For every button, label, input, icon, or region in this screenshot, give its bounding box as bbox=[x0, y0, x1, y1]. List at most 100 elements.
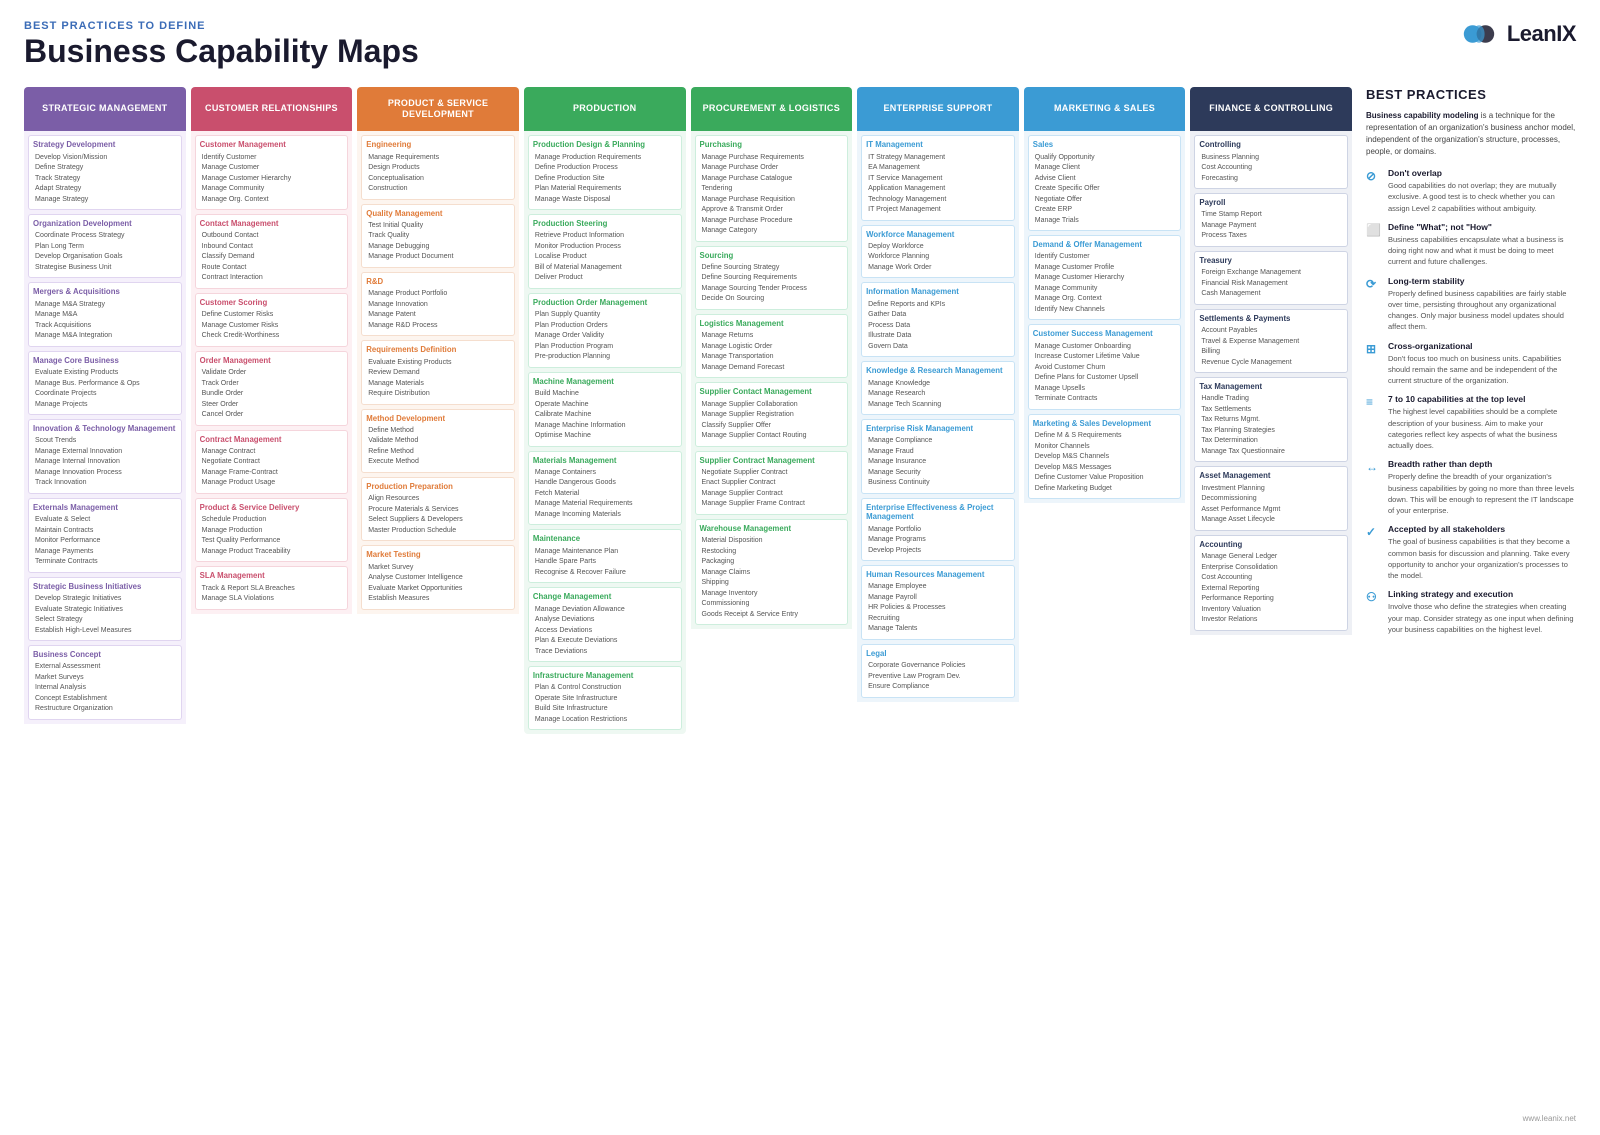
capability-item: Manage Purchase Requirements bbox=[700, 153, 844, 164]
capability-item: Manage Research bbox=[866, 389, 1010, 400]
capability-group: Quality ManagementTest Initial QualityTr… bbox=[361, 204, 515, 268]
capability-group: Settlements & PaymentsAccount PayablesTr… bbox=[1194, 309, 1348, 373]
capability-item: Cost Accounting bbox=[1199, 573, 1343, 584]
capability-item: Track Quality bbox=[366, 231, 510, 242]
capability-item: Manage Product Traceability bbox=[200, 547, 344, 558]
capability-group: SourcingDefine Sourcing StrategyDefine S… bbox=[695, 246, 849, 310]
column-header-finance: FINANCE & CONTROLLING bbox=[1190, 87, 1352, 131]
capability-item: Manage Frame-Contract bbox=[200, 468, 344, 479]
capability-item: Monitor Production Process bbox=[533, 242, 677, 253]
capability-item: Tax Settlements bbox=[1199, 405, 1343, 416]
capability-item: Develop M&S Channels bbox=[1033, 452, 1177, 463]
capability-group-title: Production Order Management bbox=[533, 298, 677, 307]
capability-item: Evaluate Strategic Initiatives bbox=[33, 605, 177, 616]
capability-item: Cancel Order bbox=[200, 410, 344, 421]
column-body-enterprise: IT ManagementIT Strategy ManagementEA Ma… bbox=[857, 131, 1019, 702]
column-body-product: EngineeringManage RequirementsDesign Pro… bbox=[357, 131, 519, 613]
bp-item-title: Cross-organizational bbox=[1388, 341, 1576, 351]
capability-group: TreasuryForeign Exchange ManagementFinan… bbox=[1194, 251, 1348, 305]
capability-item: Design Products bbox=[366, 163, 510, 174]
capability-group: Organization DevelopmentCoordinate Proce… bbox=[28, 214, 182, 278]
capability-item: Refine Method bbox=[366, 447, 510, 458]
capability-item: Develop Organisation Goals bbox=[33, 252, 177, 263]
column-marketing: MARKETING & SALESSalesQualify Opportunit… bbox=[1024, 87, 1186, 734]
bp-item: ≡7 to 10 capabilities at the top levelTh… bbox=[1366, 394, 1576, 451]
capability-item: Validate Method bbox=[366, 436, 510, 447]
header-subtitle: BEST PRACTICES TO DEFINE bbox=[24, 20, 419, 32]
capability-item: Handle Spare Parts bbox=[533, 557, 677, 568]
capability-item: Check Credit-Worthiness bbox=[200, 331, 344, 342]
capability-item: Revenue Cycle Management bbox=[1199, 358, 1343, 369]
best-practices-panel: BEST PRACTICES Business capability model… bbox=[1366, 87, 1576, 643]
capability-item: Advise Client bbox=[1033, 174, 1177, 185]
capability-item: Business Planning bbox=[1199, 153, 1343, 164]
capability-group: Production Design & PlanningManage Produ… bbox=[528, 135, 682, 210]
capability-item: Track Strategy bbox=[33, 174, 177, 185]
capability-item: Identify Customer bbox=[200, 153, 344, 164]
capability-group-title: IT Management bbox=[866, 140, 1010, 149]
capability-item: Track Order bbox=[200, 379, 344, 390]
capability-group: Change ManagementManage Deviation Allowa… bbox=[528, 587, 682, 662]
capability-item: Qualify Opportunity bbox=[1033, 153, 1177, 164]
capability-group: Infrastructure ManagementPlan & Control … bbox=[528, 666, 682, 730]
capability-group: ControllingBusiness PlanningCost Account… bbox=[1194, 135, 1348, 189]
capability-item: Packaging bbox=[700, 557, 844, 568]
capability-item: Manage Supplier Contact Routing bbox=[700, 431, 844, 442]
capability-group: Customer ManagementIdentify CustomerMana… bbox=[195, 135, 349, 210]
capability-group-title: Enterprise Risk Management bbox=[866, 424, 1010, 433]
capability-item: External Assessment bbox=[33, 662, 177, 673]
capability-item: HR Policies & Processes bbox=[866, 603, 1010, 614]
capability-group-title: Innovation & Technology Management bbox=[33, 424, 177, 433]
capability-item: Define Production Process bbox=[533, 163, 677, 174]
capability-item: IT Strategy Management bbox=[866, 153, 1010, 164]
column-customer: CUSTOMER RELATIONSHIPSCustomer Managemen… bbox=[191, 87, 353, 734]
breadth-icon: ≡ bbox=[1366, 395, 1382, 411]
capability-group-title: Engineering bbox=[366, 140, 510, 149]
capability-group: PurchasingManage Purchase RequirementsMa… bbox=[695, 135, 849, 241]
bp-item-content: Cross-organizationalDon't focus too much… bbox=[1388, 341, 1576, 387]
capability-item: Handle Dangerous Goods bbox=[533, 478, 677, 489]
capability-item: Manage Customer Profile bbox=[1033, 263, 1177, 274]
capability-group-title: Production Preparation bbox=[366, 482, 510, 491]
capability-group-title: Quality Management bbox=[366, 209, 510, 218]
capability-group-title: Strategy Development bbox=[33, 140, 177, 149]
capability-item: Contract Interaction bbox=[200, 273, 344, 284]
capability-item: Increase Customer Lifetime Value bbox=[1033, 352, 1177, 363]
capability-group: Materials ManagementManage ContainersHan… bbox=[528, 451, 682, 526]
capability-group-title: Tax Management bbox=[1199, 382, 1343, 391]
capability-item: Establish Measures bbox=[366, 594, 510, 605]
capability-item: IT Project Management bbox=[866, 205, 1010, 216]
capability-item: Localise Product bbox=[533, 252, 677, 263]
capability-item: Manage M&A Integration bbox=[33, 331, 177, 342]
define-icon: ⬜ bbox=[1366, 223, 1382, 239]
capability-group: Mergers & AcquisitionsManage M&A Strateg… bbox=[28, 282, 182, 346]
capability-item: Asset Performance Mgmt bbox=[1199, 505, 1343, 516]
capability-item: Manage Waste Disposal bbox=[533, 195, 677, 206]
capability-group: AccountingManage General LedgerEnterpris… bbox=[1194, 535, 1348, 631]
capability-item: Approve & Transmit Order bbox=[700, 205, 844, 216]
capability-item: Execute Method bbox=[366, 457, 510, 468]
capability-item: Require Distribution bbox=[366, 389, 510, 400]
capability-group-title: Customer Success Management bbox=[1033, 329, 1177, 338]
capability-item: Plan & Execute Deviations bbox=[533, 636, 677, 647]
capability-item: Access Deviations bbox=[533, 626, 677, 637]
capability-item: Billing bbox=[1199, 347, 1343, 358]
capability-item: Manage Innovation Process bbox=[33, 468, 177, 479]
capability-group: Human Resources ManagementManage Employe… bbox=[861, 565, 1015, 640]
capability-group: Strategy DevelopmentDevelop Vision/Missi… bbox=[28, 135, 182, 210]
capability-group: Supplier Contract ManagementNegotiate Su… bbox=[695, 451, 849, 515]
capability-item: Manage Patent bbox=[366, 310, 510, 321]
leanix-logo-icon bbox=[1459, 20, 1499, 48]
capability-item: Trace Deviations bbox=[533, 647, 677, 658]
capability-group: IT ManagementIT Strategy ManagementEA Ma… bbox=[861, 135, 1015, 220]
column-product: PRODUCT & SERVICE DEVELOPMENTEngineering… bbox=[357, 87, 519, 734]
capability-group-title: Settlements & Payments bbox=[1199, 314, 1343, 323]
capability-item: Manage Containers bbox=[533, 468, 677, 479]
capability-item: Time Stamp Report bbox=[1199, 210, 1343, 221]
capability-group: Demand & Offer ManagementIdentify Custom… bbox=[1028, 235, 1182, 320]
bp-item-content: Accepted by all stakeholdersThe goal of … bbox=[1388, 524, 1576, 581]
capability-group: Requirements DefinitionEvaluate Existing… bbox=[361, 340, 515, 404]
capability-item: Foreign Exchange Management bbox=[1199, 268, 1343, 279]
capability-item: Ensure Compliance bbox=[866, 682, 1010, 693]
no-overlap-icon: ⊘ bbox=[1366, 169, 1382, 185]
